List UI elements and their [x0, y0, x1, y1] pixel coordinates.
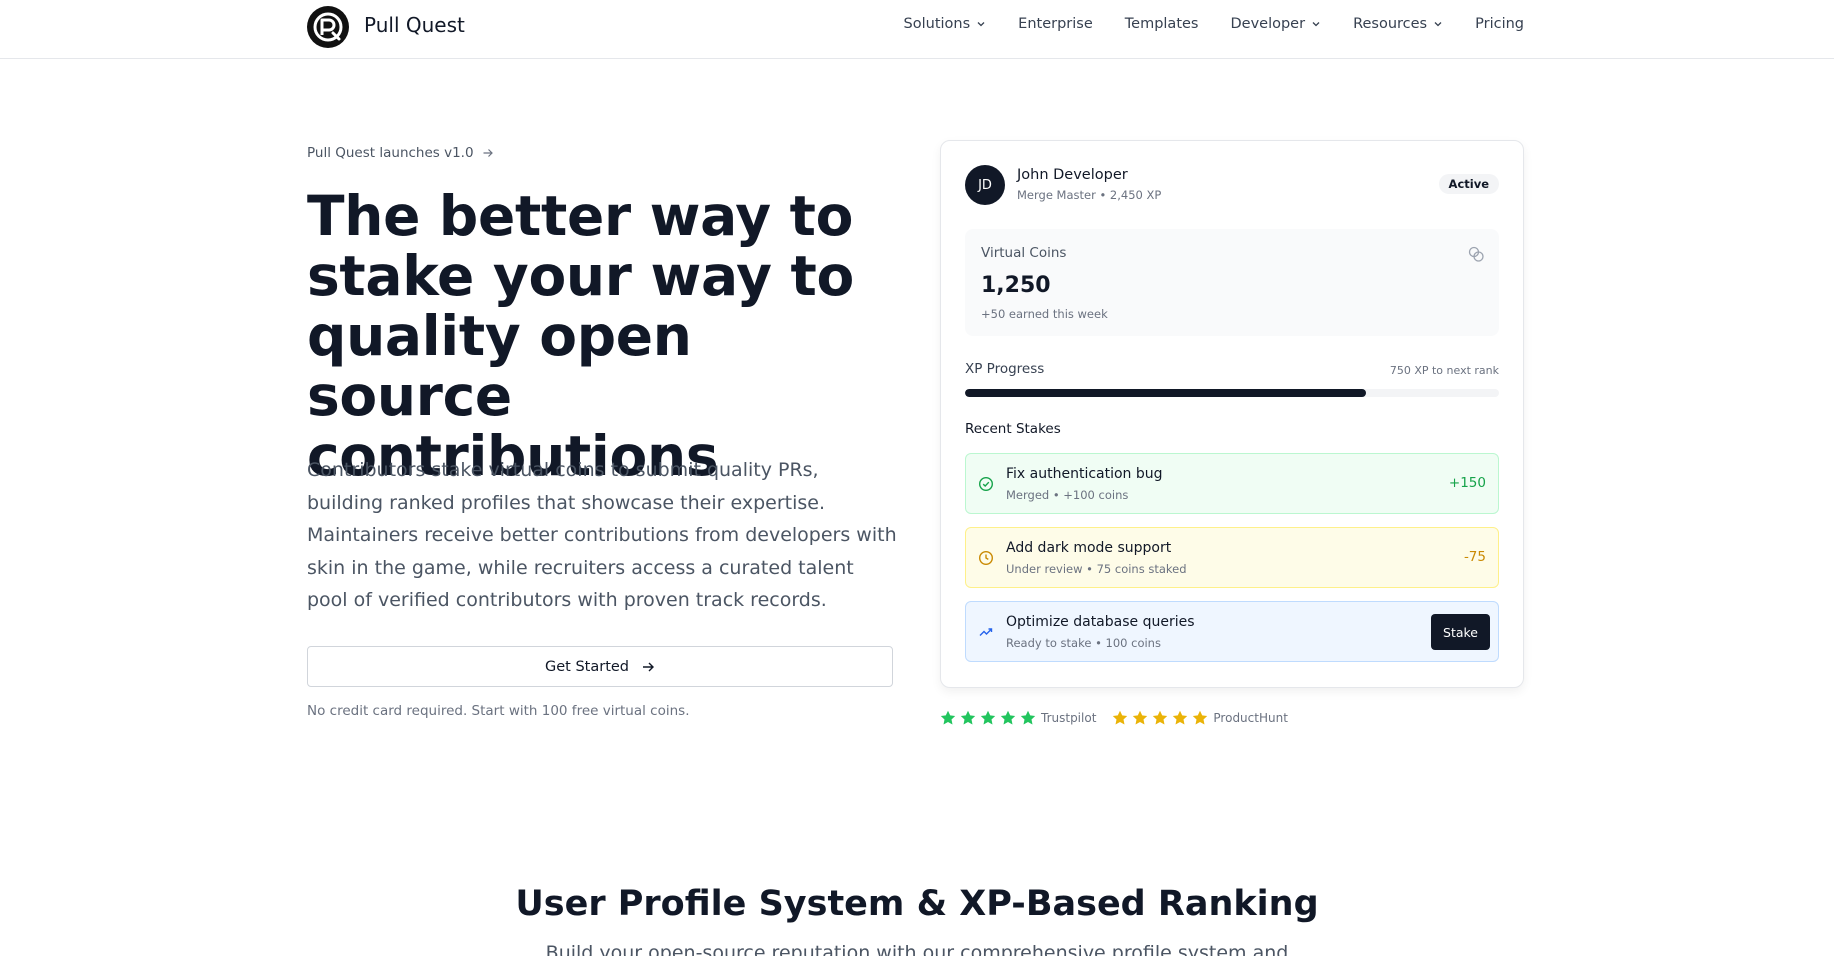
- coins-icon: [1468, 246, 1484, 262]
- star-icon: [1133, 710, 1148, 725]
- star-rating: [1112, 710, 1208, 726]
- stake-amount: +150: [1448, 475, 1486, 491]
- xp-progress-fill: [965, 389, 1366, 397]
- hero-title: The better way to stake your way to qual…: [307, 184, 854, 488]
- arrow-right-icon: [643, 662, 654, 671]
- star-icon: [1193, 710, 1208, 725]
- coins-value: 1,250: [981, 273, 1051, 298]
- pull-quest-logo-icon[interactable]: [307, 6, 349, 48]
- rating-producthunt: ProductHunt: [1112, 710, 1288, 726]
- section-subtitle: Build your open-source reputation with o…: [545, 942, 1289, 956]
- stake-status: Under review • 75 coins staked: [1006, 562, 1187, 576]
- star-icon: [1000, 710, 1016, 725]
- coins-weekly-earned: +50 earned this week: [981, 307, 1108, 321]
- star-icon: [1153, 710, 1168, 725]
- star-icon: [1020, 710, 1036, 725]
- coins-label: Virtual Coins: [981, 245, 1067, 261]
- trending-up-icon: [979, 628, 993, 636]
- main-nav: Solutions Enterprise Templates Developer…: [904, 16, 1524, 32]
- fineprint-text: No credit card required. Start with 100 …: [307, 703, 690, 719]
- nav-label: Pricing: [1475, 16, 1524, 32]
- stake-item-merged[interactable]: Fix authentication bug Merged • +100 coi…: [965, 453, 1499, 514]
- star-icon: [980, 710, 996, 725]
- stake-item-review[interactable]: Add dark mode support Under review • 75 …: [965, 527, 1499, 588]
- recent-stakes-heading: Recent Stakes: [965, 421, 1061, 437]
- star-icon: [1173, 710, 1188, 725]
- nav-label: Templates: [1124, 16, 1199, 32]
- announcement-text: Pull Quest launches v1.0: [307, 145, 474, 161]
- hero-description: Contributors stake virtual coins to subm…: [307, 459, 897, 611]
- ratings-row: Trustpilot ProductHunt: [940, 710, 1288, 726]
- xp-progress-label: XP Progress: [965, 361, 1045, 377]
- chevron-down-icon: [977, 22, 985, 27]
- get-started-label: Get Started: [545, 658, 629, 675]
- star-icon: [1113, 710, 1128, 725]
- announcement-link[interactable]: Pull Quest launches v1.0: [307, 145, 494, 161]
- stake-status: Merged • +100 coins: [1006, 488, 1129, 502]
- star-icon: [940, 710, 956, 725]
- brand-name[interactable]: Pull Quest: [364, 13, 465, 37]
- stake-title: Add dark mode support: [1006, 540, 1172, 556]
- arrow-right-icon: [483, 149, 493, 157]
- nav-label: Enterprise: [1018, 16, 1093, 32]
- user-rank-xp: Merge Master • 2,450 XP: [1017, 188, 1162, 202]
- profile-preview-card: JD John Developer Merge Master • 2,450 X…: [940, 140, 1524, 688]
- rating-source: ProductHunt: [1213, 711, 1288, 725]
- star-icon: [960, 710, 976, 725]
- nav-resources[interactable]: Resources: [1353, 16, 1443, 32]
- chevron-down-icon: [1312, 22, 1320, 27]
- nav-label: Developer: [1230, 16, 1306, 32]
- nav-label: Solutions: [903, 16, 971, 32]
- rating-trustpilot: Trustpilot: [940, 710, 1096, 726]
- stake-status: Ready to stake • 100 coins: [1006, 636, 1161, 650]
- xp-next-rank: 750 XP to next rank: [1389, 364, 1499, 377]
- stake-title: Fix authentication bug: [1006, 466, 1163, 482]
- virtual-coins-panel: Virtual Coins 1,250 +50 earned this week: [965, 229, 1499, 336]
- stake-item-ready: Optimize database queries Ready to stake…: [965, 601, 1499, 662]
- stake-title: Optimize database queries: [1006, 614, 1195, 630]
- check-circle-icon: [978, 476, 994, 492]
- get-started-button[interactable]: Get Started: [307, 646, 893, 687]
- stake-amount: -75: [1463, 549, 1486, 565]
- user-name: John Developer: [1017, 167, 1128, 183]
- top-nav-bar: Pull Quest Solutions Enterprise Template…: [0, 0, 1834, 59]
- stake-button[interactable]: Stake: [1431, 614, 1490, 650]
- nav-enterprise[interactable]: Enterprise: [1018, 16, 1093, 32]
- nav-developer[interactable]: Developer: [1230, 16, 1321, 32]
- xp-progress-bar: [965, 389, 1499, 397]
- clock-icon: [978, 550, 994, 566]
- star-rating: [940, 710, 1036, 726]
- rating-source: Trustpilot: [1041, 711, 1097, 725]
- nav-pricing[interactable]: Pricing: [1475, 16, 1524, 32]
- section-title: User Profile System & XP-Based Ranking: [515, 884, 1319, 924]
- nav-templates[interactable]: Templates: [1125, 16, 1199, 32]
- avatar: JD: [965, 165, 1005, 205]
- nav-label: Resources: [1353, 16, 1428, 32]
- nav-solutions[interactable]: Solutions: [904, 16, 987, 32]
- status-badge: Active: [1438, 174, 1499, 194]
- chevron-down-icon: [1434, 22, 1442, 27]
